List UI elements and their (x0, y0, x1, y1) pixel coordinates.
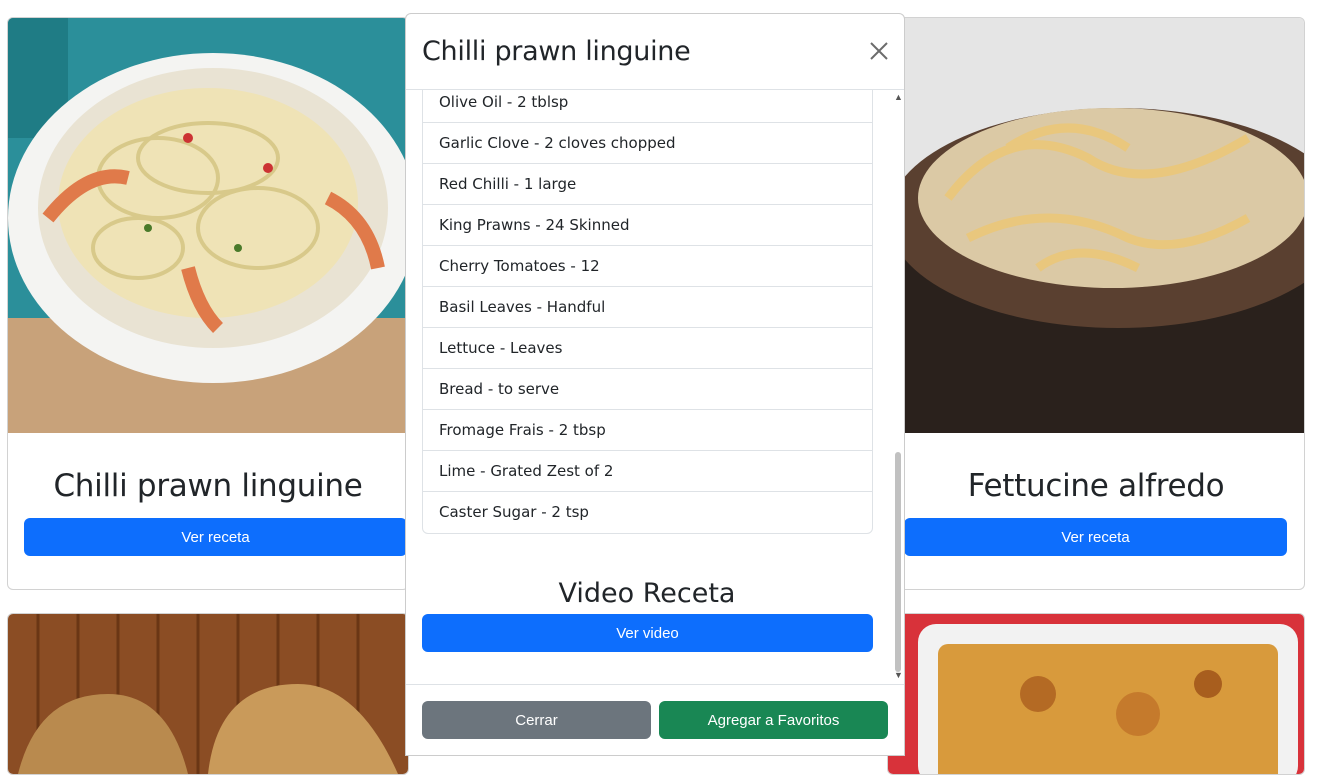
modal-header: Chilli prawn linguine (406, 14, 904, 90)
recipe-card-2: Fettucine alfredo Ver receta (887, 17, 1305, 590)
card-title: Chilli prawn linguine (53, 468, 363, 504)
modal-body: Olive Oil - 2 tblsp Garlic Clove - 2 clov… (406, 90, 904, 684)
modal-title: Chilli prawn linguine (422, 36, 691, 67)
scroll-down-icon[interactable]: ▼ (894, 670, 903, 680)
ver-receta-button[interactable]: Ver receta (904, 518, 1287, 556)
close-icon[interactable] (868, 40, 890, 62)
scroll-thumb[interactable] (895, 452, 901, 672)
recipe-card-1: Chilli prawn linguine Ver receta (7, 17, 409, 590)
ingredient-item: Cherry Tomatoes - 12 (423, 246, 872, 287)
lasagna-image (888, 614, 1304, 774)
ver-video-button[interactable]: Ver video (422, 614, 873, 652)
ingredient-item: Caster Sugar - 2 tsp (439, 503, 589, 521)
agregar-favoritos-button[interactable]: Agregar a Favoritos (659, 701, 888, 739)
ingredient-item: Fromage Frais - 2 tbsp (423, 410, 872, 451)
chilli-prawn-linguine-image (8, 18, 408, 433)
video-title: Video Receta (558, 578, 736, 609)
cerrar-button[interactable]: Cerrar (422, 701, 651, 739)
ver-receta-button[interactable]: Ver receta (24, 518, 407, 556)
ingredient-item: Lime - Grated Zest of 2 (423, 451, 872, 492)
scroll-up-icon[interactable]: ▲ (894, 92, 903, 102)
recipe-card-3 (7, 613, 409, 775)
card-title: Fettucine alfredo (967, 468, 1225, 504)
ingredient-item: Bread - to serve (423, 369, 872, 410)
ingredient-item: Basil Leaves - Handful (423, 287, 872, 328)
ingredient-item: Lettuce - Leaves (423, 328, 872, 369)
ingredient-item: King Prawns - 24 Skinned (423, 205, 872, 246)
fettucine-alfredo-image (888, 18, 1304, 433)
ingredient-item: Olive Oil - 2 tblsp (423, 90, 872, 123)
modal-scrollbar[interactable]: ▲ ▼ (891, 90, 904, 684)
ingredient-item: Garlic Clove - 2 cloves chopped (423, 123, 872, 164)
recipe-card-4 (887, 613, 1305, 775)
ingredients-list: Olive Oil - 2 tblsp Garlic Clove - 2 clov… (422, 90, 873, 534)
recipe-modal: Chilli prawn linguine Olive Oil - 2 tbls… (405, 13, 905, 756)
grilled-sandwich-image (8, 614, 408, 774)
modal-footer: Cerrar Agregar a Favoritos (406, 684, 904, 755)
ingredient-item: Red Chilli - 1 large (423, 164, 872, 205)
